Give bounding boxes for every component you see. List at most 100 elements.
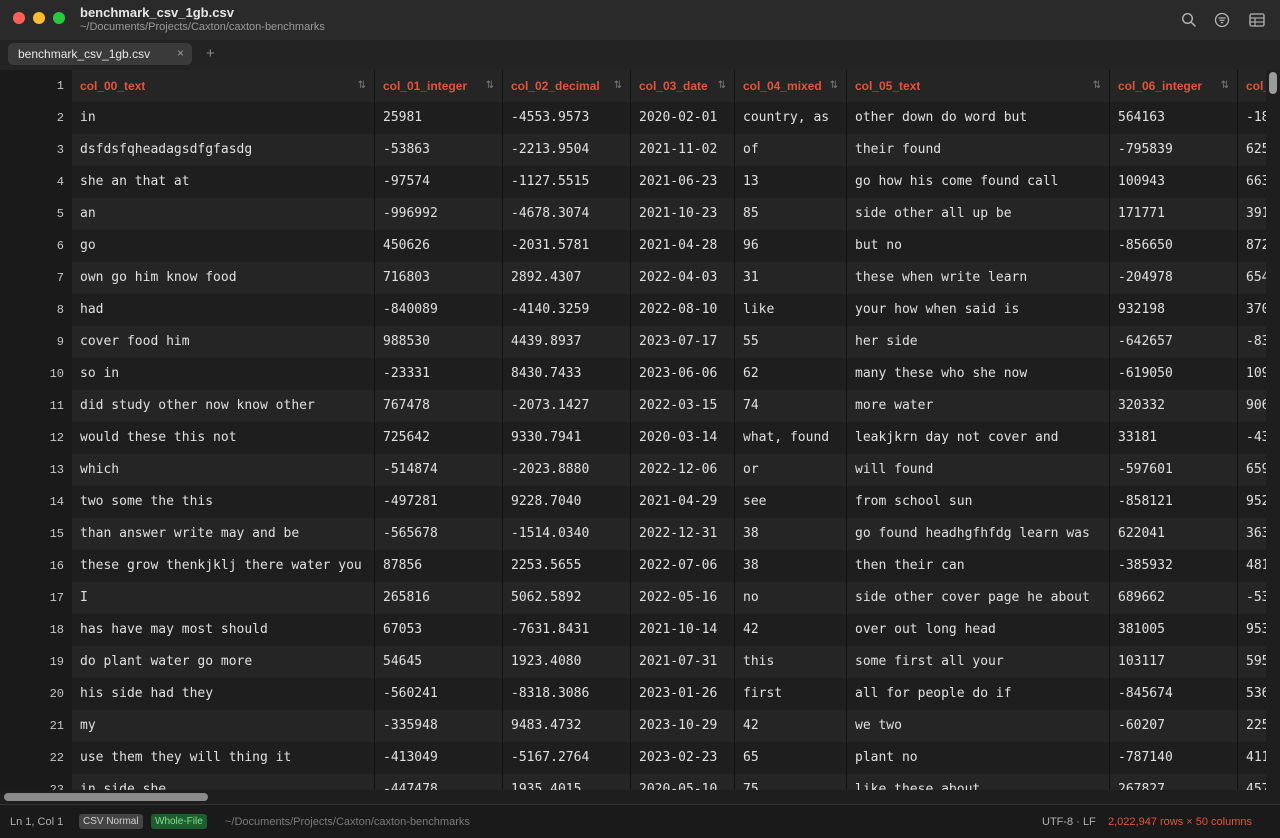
table-cell[interactable]: her side [847,326,1110,358]
table-cell[interactable]: has have may most should [72,614,375,646]
table-cell[interactable]: no [735,582,847,614]
table-cell[interactable]: had [72,294,375,326]
table-cell[interactable]: 457 [1238,774,1266,790]
row-number[interactable]: 2 [4,111,64,125]
table-cell[interactable]: -5167.2764 [503,742,631,774]
table-cell[interactable]: these grow thenkjklj there water you [72,550,375,582]
table-row[interactable]: two some the this -497281 9228.7040 2021-04… [72,486,1266,518]
table-cell[interactable]: 663 [1238,166,1266,198]
table-row[interactable]: do plant water go more 54645 1923.4080 2021… [72,646,1266,678]
row-number[interactable]: 21 [4,719,64,733]
table-icon[interactable] [1247,10,1267,30]
row-number[interactable]: 11 [4,399,64,413]
table-cell[interactable]: -514874 [375,454,503,486]
table-cell[interactable]: own go him know food [72,262,375,294]
table-cell[interactable]: 2023-02-23 [631,742,735,774]
table-row[interactable]: cover food him 988530 4439.8937 2023-07-17 5… [72,326,1266,358]
table-cell[interactable]: go how his come found call [847,166,1110,198]
column-header[interactable]: col_01_integer ⇅ [375,70,503,102]
table-row[interactable]: in side she -447478 1935.4015 2020-05-10 75 l… [72,774,1266,790]
table-cell[interactable]: 872 [1238,230,1266,262]
row-number[interactable]: 7 [4,271,64,285]
table-cell[interactable]: 109 [1238,358,1266,390]
table-cell[interactable]: 67053 [375,614,503,646]
table-cell[interactable]: 85 [735,198,847,230]
table-row[interactable]: his side had they -560241 -8318.3086 2023-0… [72,678,1266,710]
table-cell[interactable]: -2073.1427 [503,390,631,422]
table-cell[interactable]: -858121 [1110,486,1238,518]
table-cell[interactable]: side other cover page he about [847,582,1110,614]
table-cell[interactable]: some first all your [847,646,1110,678]
table-cell[interactable]: -2213.9504 [503,134,631,166]
row-number[interactable]: 10 [4,367,64,381]
tab-benchmark-csv[interactable]: benchmark_csv_1gb.csv × [8,43,192,65]
table-cell[interactable]: 1923.4080 [503,646,631,678]
column-header[interactable]: col_07 [1238,70,1266,102]
table-cell[interactable]: plant no [847,742,1110,774]
table-cell[interactable]: 267827 [1110,774,1238,790]
table-cell[interactable]: -996992 [375,198,503,230]
table-cell[interactable]: in side she [72,774,375,790]
table-row[interactable]: did study other now know other 767478 -207… [72,390,1266,422]
table-cell[interactable]: 988530 [375,326,503,358]
table-row[interactable]: my -335948 9483.4732 2023-10-29 42 we two -602… [72,710,1266,742]
filter-icon[interactable] [1212,10,1232,30]
table-cell[interactable]: from school sun [847,486,1110,518]
row-number[interactable]: 20 [4,687,64,701]
table-cell[interactable]: 320332 [1110,390,1238,422]
table-cell[interactable]: 8430.7433 [503,358,631,390]
table-cell[interactable]: 75 [735,774,847,790]
table-cell[interactable]: which [72,454,375,486]
table-cell[interactable]: but no [847,230,1110,262]
row-number[interactable]: 15 [4,527,64,541]
table-cell[interactable]: -787140 [1110,742,1238,774]
vertical-scroll-thumb[interactable] [1269,72,1277,94]
table-row[interactable]: go 450626 -2031.5781 2021-04-28 96 but no -856… [72,230,1266,262]
row-number[interactable]: 13 [4,463,64,477]
table-cell[interactable]: -97574 [375,166,503,198]
table-cell[interactable]: 2022-05-16 [631,582,735,614]
row-number[interactable]: 16 [4,559,64,573]
table-cell[interactable]: 689662 [1110,582,1238,614]
table-cell[interactable]: my [72,710,375,742]
row-number[interactable]: 5 [4,207,64,221]
table-cell[interactable]: 411 [1238,742,1266,774]
table-cell[interactable]: -8318.3086 [503,678,631,710]
table-row[interactable]: so in -23331 8430.7433 2023-06-06 62 many the… [72,358,1266,390]
table-cell[interactable]: 31 [735,262,847,294]
table-cell[interactable]: 595 [1238,646,1266,678]
row-number[interactable]: 22 [4,751,64,765]
table-cell[interactable]: 2021-04-29 [631,486,735,518]
table-cell[interactable]: -597601 [1110,454,1238,486]
table-cell[interactable]: over out long head [847,614,1110,646]
table-cell[interactable]: these when write learn [847,262,1110,294]
data-grid[interactable]: 1 2 3 4 5 6 7 8 9 10 11 12 13 14 15 16 17 18 19 20 21 22 23 c… [0,70,1266,790]
table-cell[interactable]: 33181 [1110,422,1238,454]
table-cell[interactable]: -53 [1238,582,1266,614]
table-cell[interactable]: -447478 [375,774,503,790]
table-cell[interactable]: go [72,230,375,262]
table-cell[interactable]: 952 [1238,486,1266,518]
table-cell[interactable]: will found [847,454,1110,486]
table-cell[interactable]: did study other now know other [72,390,375,422]
table-cell[interactable]: leakjkrn day not cover and [847,422,1110,454]
column-header[interactable]: col_05_text ⇅ [847,70,1110,102]
table-cell[interactable]: -53863 [375,134,503,166]
table-cell[interactable]: his side had they [72,678,375,710]
table-row[interactable]: these grow thenkjklj there water you 8785… [72,550,1266,582]
table-cell[interactable]: 654 [1238,262,1266,294]
table-cell[interactable]: 725642 [375,422,503,454]
table-cell[interactable]: 370 [1238,294,1266,326]
table-cell[interactable]: 9228.7040 [503,486,631,518]
table-cell[interactable]: 906 [1238,390,1266,422]
table-cell[interactable]: 2020-02-01 [631,102,735,134]
table-cell[interactable]: I [72,582,375,614]
table-cell[interactable]: 225 [1238,710,1266,742]
close-window-button[interactable] [13,12,25,24]
table-row[interactable]: in 25981 -4553.9573 2020-02-01 country, as ot… [72,102,1266,134]
table-cell[interactable]: of [735,134,847,166]
table-cell[interactable]: in [72,102,375,134]
table-cell[interactable]: -642657 [1110,326,1238,358]
search-icon[interactable] [1179,10,1199,30]
table-cell[interactable]: 2020-03-14 [631,422,735,454]
